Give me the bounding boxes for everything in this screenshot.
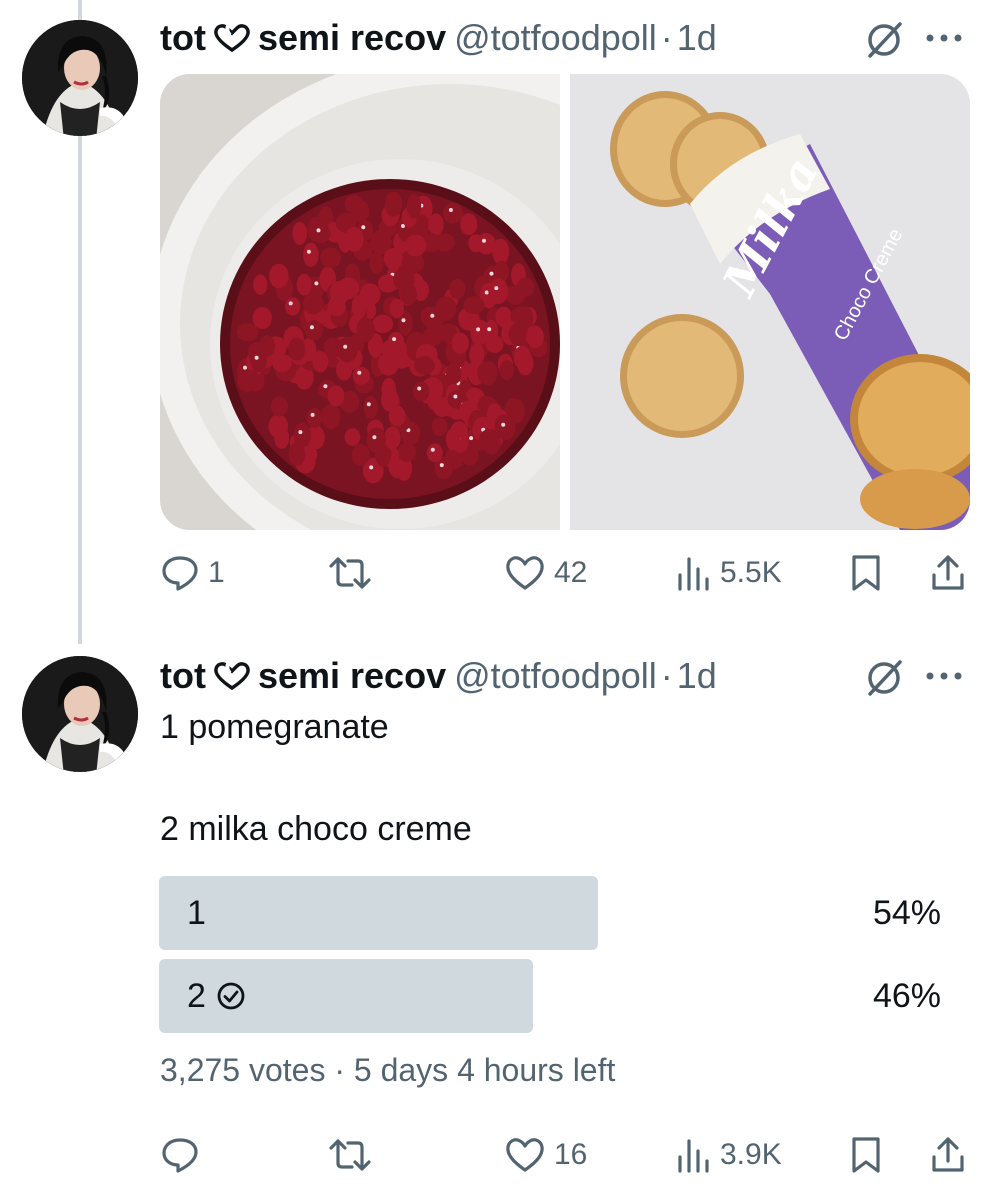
poll-option-label-wrap: 2 (187, 959, 246, 1033)
reply-icon (162, 556, 198, 591)
post-actions: 16 3.9K (160, 1130, 970, 1180)
reply-button[interactable] (160, 1130, 208, 1180)
poll-option-2[interactable]: 2 46% (159, 959, 941, 1033)
post-actions: 1 42 5.5K (160, 548, 970, 598)
bookmark-icon (852, 1137, 880, 1173)
author-handle[interactable]: @totfoodpoll (454, 17, 657, 59)
poll-option-label: 2 (187, 976, 206, 1015)
poll-meta: 3,275 votes · 5 days 4 hours left (160, 1052, 616, 1088)
post-text-line: 2 milka choco creme (160, 810, 472, 848)
pomegranate-seeds-bowl-photo[interactable] (160, 74, 560, 530)
like-button[interactable]: 42 (504, 548, 587, 598)
views-button[interactable]: 5.5K (676, 548, 782, 598)
bookmark-icon (852, 555, 880, 591)
share-icon (932, 555, 964, 590)
post-header: tot semi recov @totfoodpoll · 1d (160, 16, 717, 60)
more-options-icon[interactable] (922, 28, 966, 48)
like-count: 42 (554, 556, 588, 589)
repost-icon (329, 1139, 371, 1171)
grok-icon[interactable] (862, 18, 906, 62)
bookmark-button[interactable] (850, 548, 882, 598)
heart-outline-icon (214, 662, 250, 691)
views-chart-icon (678, 1139, 709, 1173)
bookmark-button[interactable] (850, 1130, 882, 1180)
share-button[interactable] (930, 548, 966, 598)
repost-button[interactable] (328, 548, 380, 598)
separator: · (660, 655, 673, 696)
share-button[interactable] (930, 1130, 966, 1180)
post-time[interactable]: 1d (677, 17, 717, 59)
grok-icon[interactable] (862, 656, 906, 700)
view-count: 5.5K (720, 556, 782, 589)
heart-icon (506, 1138, 544, 1172)
post-header: tot semi recov @totfoodpoll · 1d (160, 654, 717, 698)
post-text-line: 1 pomegranate (160, 708, 389, 746)
author-name[interactable]: tot semi recov (160, 17, 446, 59)
post-media[interactable]: Milka Choco Creme (160, 74, 970, 530)
avatar[interactable] (22, 656, 138, 772)
poll-option-1[interactable]: 1 54% (159, 876, 941, 950)
poll-bar-fill (159, 876, 598, 950)
separator: · (660, 17, 673, 58)
repost-icon (329, 557, 371, 589)
media-divider (560, 74, 570, 530)
poll-option-percent: 46% (872, 976, 941, 1015)
heart-icon (506, 556, 544, 590)
heart-outline-icon (214, 24, 250, 53)
views-chart-icon (678, 557, 709, 591)
more-options-icon[interactable] (922, 666, 966, 686)
share-icon (932, 1137, 964, 1172)
avatar[interactable] (22, 20, 138, 136)
poll-option-percent: 54% (872, 893, 941, 932)
reply-icon (162, 1138, 198, 1173)
like-button[interactable]: 16 (504, 1130, 587, 1180)
check-circle-icon (217, 982, 245, 1010)
views-button[interactable]: 3.9K (676, 1130, 782, 1180)
repost-button[interactable] (328, 1130, 380, 1180)
reply-button[interactable]: 1 (160, 548, 225, 598)
author-name[interactable]: tot semi recov (160, 655, 446, 697)
reply-count: 1 (208, 556, 225, 589)
post-time[interactable]: 1d (677, 655, 717, 697)
view-count: 3.9K (720, 1138, 782, 1171)
milka-choco-creme-package-photo[interactable]: Milka Choco Creme (570, 74, 970, 530)
poll-option-label: 1 (187, 893, 206, 932)
author-handle[interactable]: @totfoodpoll (454, 655, 657, 697)
like-count: 16 (554, 1138, 588, 1171)
